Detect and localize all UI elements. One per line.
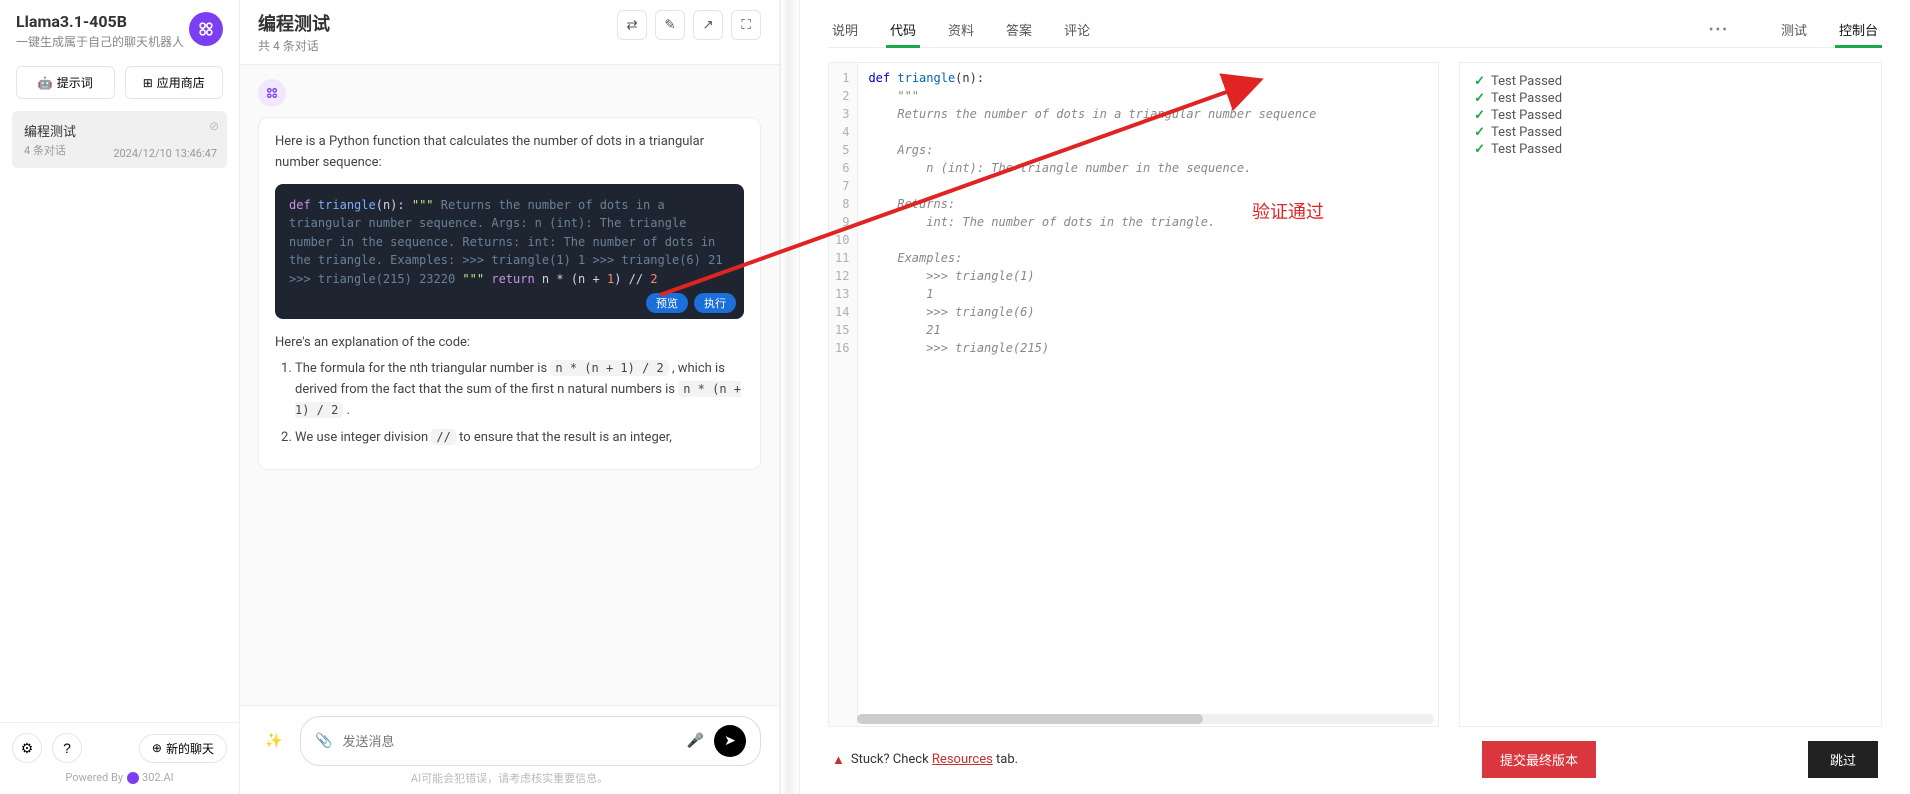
tab-控制台[interactable]: 控制台 bbox=[1835, 12, 1882, 47]
attach-icon[interactable]: 📎 bbox=[315, 733, 332, 749]
tab-测试[interactable]: 测试 bbox=[1777, 12, 1811, 47]
robot-icon: 🤖 bbox=[38, 76, 53, 90]
skip-button[interactable]: 跳过 bbox=[1808, 741, 1878, 778]
assistant-message: Here is a Python function that calculate… bbox=[258, 117, 761, 470]
share-button[interactable]: ↗ bbox=[693, 10, 723, 40]
right-panel: 说明代码资料答案评论 ••• 测试控制台 1234567891011121314… bbox=[800, 0, 1910, 794]
prompt-button[interactable]: 🤖 提示词 bbox=[16, 66, 115, 99]
warning-icon: ▲ bbox=[832, 752, 845, 768]
help-button[interactable]: ? bbox=[52, 733, 82, 763]
message-input[interactable] bbox=[342, 734, 676, 749]
fullscreen-button[interactable]: ⛶ bbox=[731, 10, 761, 40]
model-title: Llama3.1-405B bbox=[16, 12, 184, 31]
swap-icon: ⇄ bbox=[626, 17, 637, 33]
store-label: 应用商店 bbox=[157, 74, 205, 91]
new-chat-label: 新的聊天 bbox=[166, 740, 214, 757]
stuck-hint: ▲ Stuck? Check Resources tab. bbox=[832, 752, 1018, 768]
test-result-row: ✓Test Passed bbox=[1474, 124, 1867, 141]
test-results: ✓Test Passed✓Test Passed✓Test Passed✓Tes… bbox=[1459, 62, 1882, 727]
code-block: def triangle(n): """ Returns the number … bbox=[275, 184, 744, 319]
left-sidebar: Llama3.1-405B 一键生成属于自己的聊天机器人 🤖 提示词 ⊞ 应用商… bbox=[0, 0, 240, 794]
resources-link[interactable]: Resources bbox=[932, 752, 993, 767]
sparkle-icon: ✨ bbox=[265, 733, 282, 749]
assistant-avatar-icon bbox=[258, 79, 286, 107]
message-intro: Here is a Python function that calculate… bbox=[275, 132, 744, 174]
check-icon: ✓ bbox=[1474, 125, 1485, 140]
settings-button[interactable]: ⚙ bbox=[12, 733, 42, 763]
powered-by: Powered By 302.AI bbox=[12, 771, 227, 784]
code-area[interactable]: def triangle(n): """ Returns the number … bbox=[858, 63, 1438, 726]
right-tabs: 说明代码资料答案评论 ••• 测试控制台 bbox=[828, 8, 1882, 48]
swap-button[interactable]: ⇄ bbox=[617, 10, 647, 40]
share-icon: ↗ bbox=[702, 17, 713, 33]
explain-item-1: The formula for the nth triangular numbe… bbox=[295, 359, 744, 421]
brand-icon bbox=[189, 12, 223, 46]
mic-icon[interactable]: 🎤 bbox=[687, 733, 704, 749]
chat-title: 编程测试 bbox=[258, 10, 330, 36]
inline-code: // bbox=[431, 429, 455, 445]
preview-button[interactable]: 预览 bbox=[646, 293, 688, 313]
conversation-item[interactable]: 编程测试 4 条对话 2024/12/10 13:46:47 ⊘ bbox=[12, 111, 227, 168]
disclaimer: AI可能会犯错误，请考虑核实重要信息。 bbox=[258, 770, 761, 786]
tab-代码[interactable]: 代码 bbox=[886, 12, 920, 47]
model-subtitle: 一键生成属于自己的聊天机器人 bbox=[16, 33, 184, 50]
pencil-icon: ✎ bbox=[664, 17, 675, 33]
app-store-button[interactable]: ⊞ 应用商店 bbox=[125, 66, 224, 99]
tab-评论[interactable]: 评论 bbox=[1060, 12, 1094, 47]
check-icon: ✓ bbox=[1474, 91, 1485, 106]
plus-icon: ⊕ bbox=[152, 741, 162, 755]
magic-button[interactable]: ✨ bbox=[258, 725, 290, 757]
test-result-row: ✓Test Passed bbox=[1474, 141, 1867, 158]
inline-code: n * (n + 1) / 2 bbox=[550, 360, 668, 376]
vertical-divider[interactable] bbox=[780, 0, 800, 794]
send-button[interactable]: ➤ bbox=[714, 725, 746, 757]
close-icon[interactable]: ⊘ bbox=[209, 119, 219, 133]
conversation-time: 2024/12/10 13:46:47 bbox=[113, 147, 217, 160]
chat-column: 编程测试 共 4 条对话 ⇄ ✎ ↗ ⛶ Here is a Python fu… bbox=[240, 0, 780, 794]
tab-答案[interactable]: 答案 bbox=[1002, 12, 1036, 47]
tab-说明[interactable]: 说明 bbox=[828, 12, 862, 47]
test-result-row: ✓Test Passed bbox=[1474, 73, 1867, 90]
new-chat-button[interactable]: ⊕ 新的聊天 bbox=[139, 734, 227, 763]
line-gutter: 12345678910111213141516 bbox=[829, 63, 858, 726]
tab-资料[interactable]: 资料 bbox=[944, 12, 978, 47]
conversation-title: 编程测试 bbox=[24, 121, 215, 140]
prompt-label: 提示词 bbox=[57, 74, 93, 91]
explain-item-2: We use integer division // to ensure tha… bbox=[295, 428, 744, 449]
explain-heading: Here's an explanation of the code: bbox=[275, 333, 744, 354]
more-icon[interactable]: ••• bbox=[1709, 22, 1729, 38]
check-icon: ✓ bbox=[1474, 74, 1485, 89]
grid-icon: ⊞ bbox=[143, 76, 153, 90]
submit-button[interactable]: 提交最终版本 bbox=[1482, 741, 1596, 778]
gear-icon: ⚙ bbox=[21, 740, 34, 757]
check-icon: ✓ bbox=[1474, 142, 1485, 157]
code-editor[interactable]: 12345678910111213141516 def triangle(n):… bbox=[828, 62, 1439, 727]
edit-button[interactable]: ✎ bbox=[655, 10, 685, 40]
execute-button[interactable]: 执行 bbox=[694, 293, 736, 313]
brand-dot-icon bbox=[127, 772, 139, 784]
horizontal-scrollbar[interactable] bbox=[857, 714, 1434, 724]
input-box: 📎 🎤 ➤ bbox=[300, 716, 761, 766]
chat-subtitle: 共 4 条对话 bbox=[258, 37, 330, 54]
test-result-row: ✓Test Passed bbox=[1474, 90, 1867, 107]
test-result-row: ✓Test Passed bbox=[1474, 107, 1867, 124]
send-icon: ➤ bbox=[724, 733, 736, 749]
question-icon: ? bbox=[63, 740, 71, 756]
expand-icon: ⛶ bbox=[741, 17, 750, 33]
check-icon: ✓ bbox=[1474, 108, 1485, 123]
